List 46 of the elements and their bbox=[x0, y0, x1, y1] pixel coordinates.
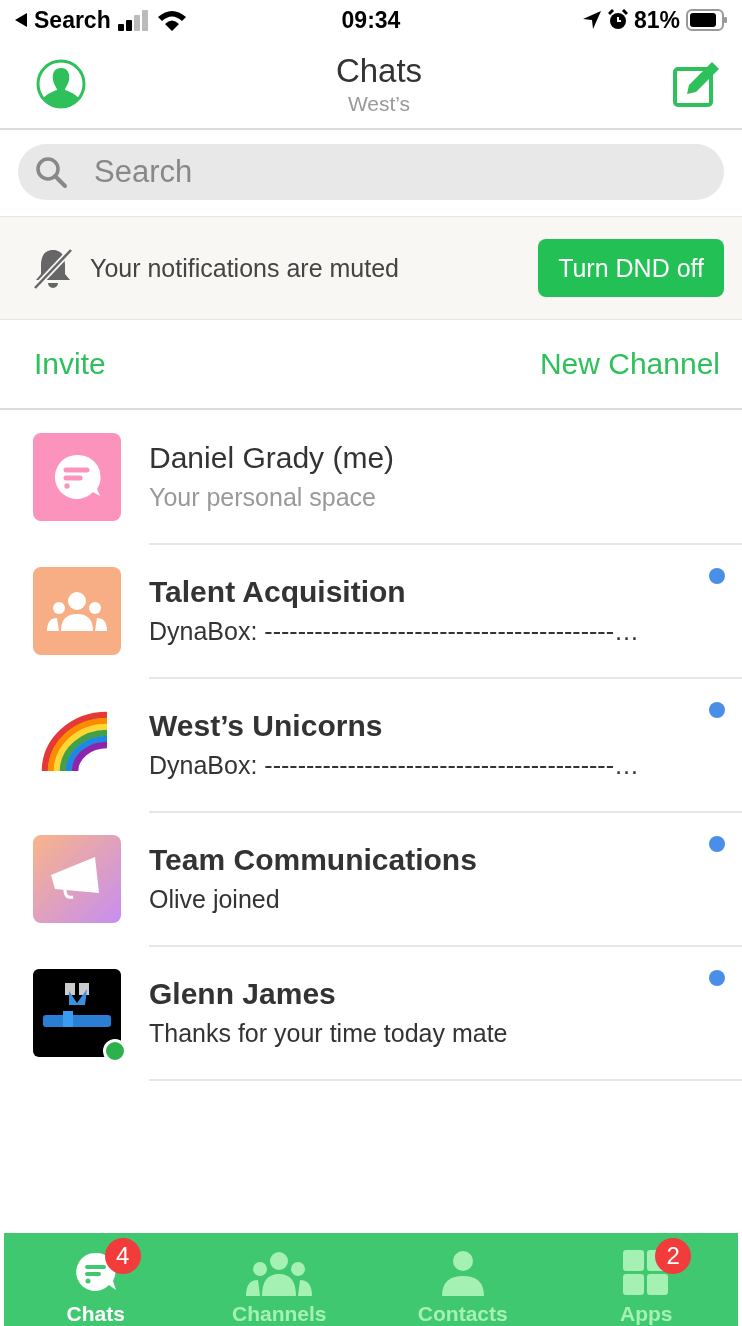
chat-item[interactable]: Talent Acquisition DynaBox: ------------------------------------------… bbox=[0, 544, 742, 678]
battery-percent: 81% bbox=[633, 6, 680, 34]
chat-preview: Thanks for your time today mate bbox=[149, 1018, 509, 1048]
megaphone-avatar-icon bbox=[33, 835, 121, 923]
unread-dot bbox=[709, 568, 725, 584]
clock-time: 09:34 bbox=[341, 6, 401, 34]
new-channel-link[interactable]: New Channel bbox=[539, 347, 720, 381]
group-icon bbox=[244, 1250, 315, 1296]
tab-item[interactable]: 4 Chats bbox=[4, 1233, 188, 1326]
chat-name: Team Communications bbox=[149, 842, 478, 877]
wifi-icon bbox=[156, 9, 187, 31]
chat-name: Talent Acquisition bbox=[149, 574, 407, 609]
signal-icon bbox=[116, 9, 151, 31]
chat-bubble-avatar-icon bbox=[33, 433, 121, 521]
chat-item[interactable]: Team Communications Olive joined bbox=[0, 812, 742, 946]
chat-name: Daniel Grady (me) bbox=[149, 440, 396, 475]
unread-dot bbox=[709, 702, 725, 718]
battery-icon bbox=[686, 9, 728, 31]
chat-item[interactable]: West’s Unicorns DynaBox: ------------------------------------------… bbox=[0, 678, 742, 812]
search-field[interactable]: Search bbox=[18, 144, 724, 200]
chat-item[interactable]: Glenn James Thanks for your time today mate bbox=[0, 946, 742, 1080]
unread-count-badge: 4 bbox=[104, 1238, 141, 1274]
alarm-clock-icon bbox=[607, 9, 628, 31]
unread-count-badge: 2 bbox=[655, 1238, 692, 1274]
tab-item[interactable]: 2 Apps bbox=[554, 1233, 738, 1326]
unread-dot bbox=[709, 970, 725, 986]
chat-preview: DynaBox: ------------------------------------------… bbox=[149, 750, 640, 780]
location-arrow-icon bbox=[581, 10, 602, 30]
chat-preview: DynaBox: ------------------------------------------… bbox=[149, 616, 640, 646]
profile-avatar-icon[interactable] bbox=[36, 59, 86, 109]
chat-name: Glenn James bbox=[149, 976, 337, 1011]
group-avatar-icon bbox=[33, 567, 121, 655]
muted-message: Your notifications are muted bbox=[90, 253, 400, 283]
chat-preview: Your personal space bbox=[149, 482, 377, 512]
chat-item[interactable]: Daniel Grady (me) Your personal space bbox=[0, 410, 742, 544]
compose-icon[interactable] bbox=[672, 60, 722, 108]
chat-name: West’s Unicorns bbox=[149, 708, 384, 743]
back-arrow-icon[interactable] bbox=[14, 12, 28, 28]
turn-dnd-off-button[interactable]: Turn DND off bbox=[538, 239, 724, 297]
workspace-subtitle: West’s bbox=[347, 92, 411, 116]
invite-link[interactable]: Invite bbox=[34, 347, 106, 381]
unread-dot bbox=[709, 836, 725, 852]
search-icon bbox=[34, 155, 68, 189]
screen-title: Chats bbox=[335, 52, 423, 90]
back-label[interactable]: Search bbox=[34, 6, 111, 34]
chat-preview: Olive joined bbox=[149, 884, 281, 914]
